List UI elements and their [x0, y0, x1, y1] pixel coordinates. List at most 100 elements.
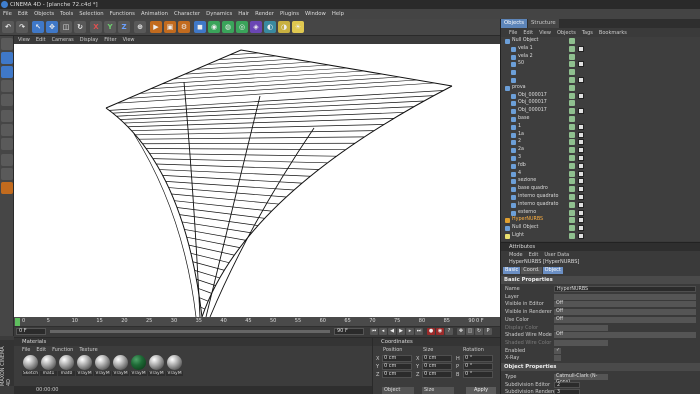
snap-icon[interactable] — [1, 154, 13, 166]
mat-menu-file[interactable]: File — [22, 347, 30, 353]
axis-mode-icon[interactable] — [1, 94, 13, 106]
rot-p-field[interactable]: 0 ° — [463, 363, 493, 370]
material-tag-icon[interactable] — [578, 92, 584, 99]
object-tree-row[interactable]: Obj_000017 — [501, 108, 700, 115]
attr-menu-mode[interactable]: Mode — [509, 252, 523, 258]
material-tag-icon[interactable] — [578, 123, 584, 130]
vp-menu-view2[interactable]: View — [123, 37, 135, 43]
vp-menu-view[interactable]: View — [18, 37, 30, 43]
rot-b-field[interactable]: 0 ° — [463, 371, 493, 378]
material-tag-icon[interactable] — [578, 178, 584, 185]
material-swatch[interactable]: VrayM — [166, 355, 183, 382]
param-key-icon[interactable]: P — [484, 328, 492, 335]
object-tree-row[interactable]: 2 — [501, 139, 700, 146]
menu-edit[interactable]: Edit — [18, 11, 28, 17]
object-tree-row[interactable] — [501, 77, 700, 84]
material-swatch[interactable]: VrayM — [76, 355, 93, 382]
attr-value-field[interactable] — [554, 293, 696, 300]
playhead-icon[interactable] — [15, 318, 20, 326]
object-tree-row[interactable]: esterno — [501, 209, 700, 217]
autokey-icon[interactable]: ◉ — [436, 328, 444, 335]
rot-key-icon[interactable]: ↻ — [475, 328, 483, 335]
goto-start-icon[interactable]: ⏮ — [370, 328, 378, 335]
subdivision-icon[interactable]: ◍ — [222, 21, 234, 33]
menu-tools[interactable]: Tools — [60, 11, 73, 17]
visibility-tag-icon[interactable] — [569, 45, 575, 52]
attr-value-field[interactable] — [554, 339, 608, 346]
visibility-tag-icon[interactable] — [569, 155, 575, 161]
goto-end-icon[interactable]: ⏭ — [415, 328, 423, 335]
object-tree-row[interactable]: vela 1 — [501, 45, 700, 53]
pos-key-icon[interactable]: ✥ — [457, 328, 465, 335]
menu-character[interactable]: Character — [174, 11, 200, 17]
material-tag-icon[interactable] — [578, 162, 584, 169]
pos-z-field[interactable]: 0 cm — [382, 371, 412, 378]
object-tree-row[interactable]: base quadro — [501, 186, 700, 193]
material-tag-icon[interactable] — [578, 209, 584, 216]
object-tree-row[interactable]: vela 2 — [501, 53, 700, 61]
material-tag-icon[interactable] — [578, 217, 584, 224]
menu-objects[interactable]: Objects — [34, 11, 54, 17]
material-tag-icon[interactable] — [578, 233, 584, 239]
object-tree-row[interactable]: Null Object — [501, 225, 700, 232]
tab-coord[interactable]: Coord. — [521, 267, 542, 274]
menu-selection[interactable]: Selection — [79, 11, 103, 17]
rotate-icon[interactable]: ↻ — [74, 21, 86, 33]
viewport[interactable] — [14, 44, 500, 317]
model-mode-icon[interactable] — [1, 52, 13, 64]
material-tag-icon[interactable] — [578, 186, 584, 193]
play-back-icon[interactable]: ◀ — [388, 328, 396, 335]
range-slider[interactable] — [50, 330, 330, 333]
coord-system-icon[interactable]: ⊕ — [134, 21, 146, 33]
vp-menu-filter[interactable]: Filter — [104, 37, 116, 43]
scale-key-icon[interactable]: ◫ — [466, 328, 474, 335]
visibility-tag-icon[interactable] — [569, 178, 575, 185]
obj-menu-edit[interactable]: Edit — [523, 30, 533, 36]
object-tree-row[interactable]: base — [501, 116, 700, 123]
object-tree-row[interactable]: Obj_000017 — [501, 100, 700, 107]
visibility-tag-icon[interactable] — [569, 201, 575, 208]
attr-value-field[interactable]: 3 — [554, 389, 580, 394]
size-x-field[interactable]: 0 cm — [422, 355, 452, 362]
visibility-tag-icon[interactable] — [569, 139, 575, 146]
mat-menu-texture[interactable]: Texture — [79, 347, 97, 353]
points-mode-icon[interactable] — [1, 110, 13, 122]
visibility-tag-icon[interactable] — [569, 170, 575, 177]
menu-dynamics[interactable]: Dynamics — [206, 11, 232, 17]
visibility-tag-icon[interactable] — [569, 61, 575, 68]
object-tree-row[interactable]: fdb — [501, 162, 700, 170]
object-tree-row[interactable]: 1 — [501, 123, 700, 131]
y-axis-icon[interactable]: Y — [104, 21, 116, 33]
material-swatch[interactable]: VrayM — [148, 355, 165, 382]
visibility-tag-icon[interactable] — [569, 108, 575, 115]
attr-value-field[interactable]: Off — [554, 309, 696, 316]
attr-value-field[interactable] — [554, 324, 608, 331]
apply-button[interactable]: Apply — [466, 387, 496, 394]
nurbs-icon[interactable]: ◉ — [208, 21, 220, 33]
menu-plugins[interactable]: Plugins — [280, 11, 299, 17]
attr-value-field[interactable]: Catmull-Clark (N-Gons) — [554, 374, 608, 385]
menu-animation[interactable]: Animation — [141, 11, 168, 17]
play-icon[interactable]: ▶ — [397, 328, 405, 335]
material-swatch[interactable]: VrayM — [130, 355, 147, 382]
pos-x-field[interactable]: 0 cm — [382, 355, 412, 362]
material-swatch[interactable]: VrayM — [112, 355, 129, 382]
material-tag-icon[interactable] — [578, 155, 584, 161]
live-select-icon[interactable]: ↖ — [32, 21, 44, 33]
size-z-field[interactable]: 0 cm — [422, 371, 452, 378]
menu-render[interactable]: Render — [255, 11, 274, 17]
deformer-icon[interactable]: ◈ — [250, 21, 262, 33]
material-tag-icon[interactable] — [578, 194, 584, 200]
menu-help[interactable]: Help — [332, 11, 344, 17]
visibility-tag-icon[interactable] — [569, 186, 575, 193]
material-swatch[interactable]: VrayM — [94, 355, 111, 382]
visibility-tag-icon[interactable] — [569, 69, 575, 76]
visibility-tag-icon[interactable] — [569, 84, 575, 91]
material-tag-icon[interactable] — [578, 139, 584, 146]
object-tree-row[interactable]: 4 — [501, 170, 700, 178]
attr-value-field[interactable] — [554, 355, 561, 362]
attr-value-field[interactable]: 2 — [554, 381, 580, 388]
material-tag-icon[interactable] — [578, 61, 584, 68]
next-key-icon[interactable]: ▸ — [406, 328, 414, 335]
vp-menu-cameras[interactable]: Cameras — [52, 37, 74, 43]
